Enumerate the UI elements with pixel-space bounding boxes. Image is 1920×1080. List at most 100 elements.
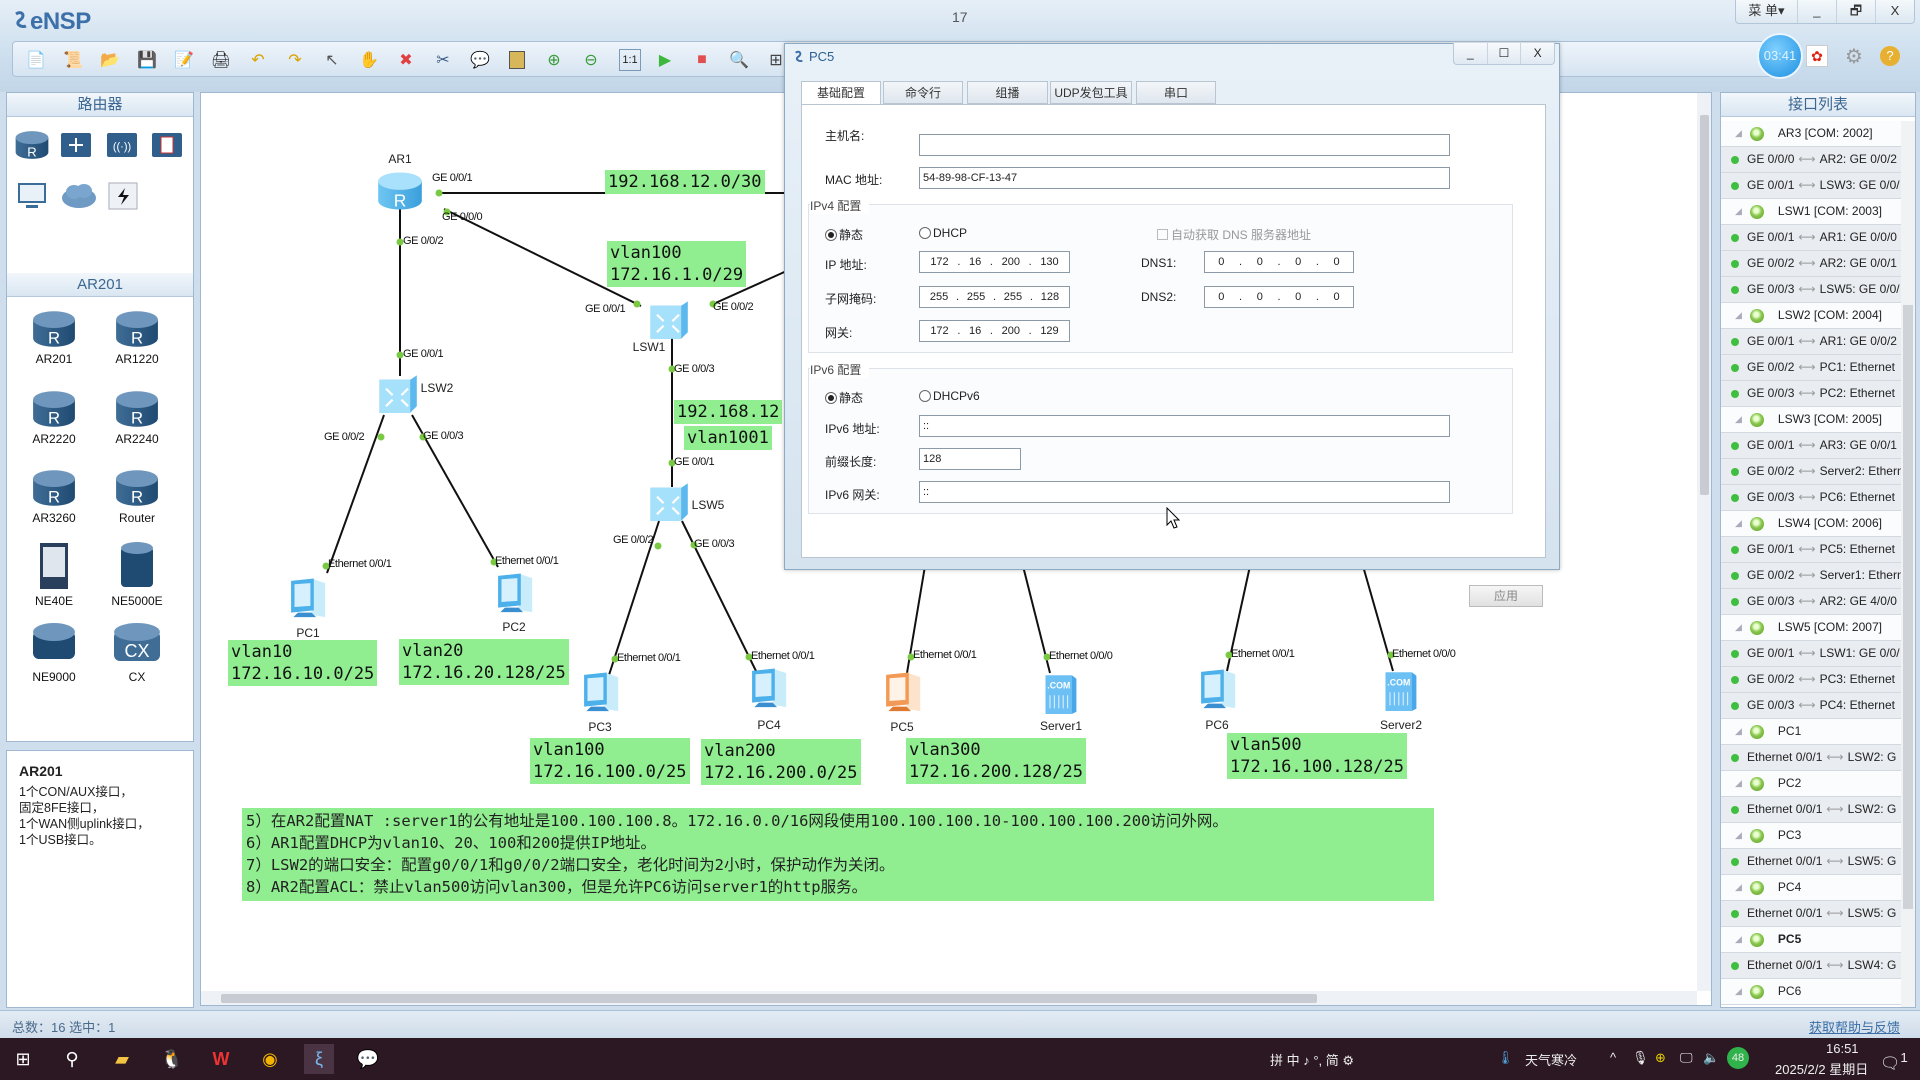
network-icon[interactable]: 🖵 — [1680, 1050, 1693, 1066]
clock-date[interactable]: 2025/2/2 星期日 — [1775, 1059, 1868, 1078]
wechat-icon[interactable]: 💬 — [353, 1044, 383, 1074]
volume-icon[interactable]: 🔈 — [1703, 1050, 1719, 1066]
note-vlan100-core[interactable]: vlan100 172.16.1.0/29 — [607, 241, 747, 287]
interface-device-row[interactable]: ◢ PC2 — [1721, 771, 1901, 797]
help-icon[interactable]: ? — [1880, 46, 1900, 66]
note-lsw1-lsw5-subnet[interactable]: 192.168.12 — [674, 400, 783, 424]
new-exam-icon[interactable]: 📜 — [62, 49, 84, 71]
interface-device-row[interactable]: ◢ PC4 — [1721, 875, 1901, 901]
auto-dns-checkbox[interactable]: 自动获取 DNS 服务器地址 — [1157, 226, 1311, 243]
link-cable-icon[interactable] — [107, 181, 139, 211]
settings-gear-icon[interactable]: ⚙ — [1845, 44, 1863, 69]
interface-link-row[interactable]: GE 0/0/3 ⟷ PC6: Ethernet — [1721, 485, 1901, 511]
pan-hand-icon[interactable]: ✋ — [358, 49, 380, 71]
pc6-icon[interactable] — [1194, 665, 1240, 715]
delete-link-icon[interactable]: ✂ — [432, 49, 454, 71]
interface-list-scrollbar[interactable] — [1901, 121, 1915, 1007]
interface-link-row[interactable]: GE 0/0/1 ⟷ LSW3: GE 0/0/ — [1721, 173, 1901, 199]
chrome-icon[interactable]: ◉ — [255, 1044, 285, 1074]
interface-device-row[interactable]: ◢ LSW3 [COM: 2005] — [1721, 407, 1901, 433]
restore-button[interactable]: 🗗 — [1835, 0, 1875, 23]
interface-device-row[interactable]: ◢ LSW4 [COM: 2006] — [1721, 511, 1901, 537]
notification-icon[interactable]: 🗨1 — [1880, 1050, 1908, 1073]
note-vlan10[interactable]: vlan10 172.16.10.0/25 — [228, 640, 378, 686]
interface-link-row[interactable]: Ethernet 0/0/1 ⟷ LSW5: G — [1721, 849, 1901, 875]
qq-icon[interactable]: 🐧 — [157, 1044, 187, 1074]
interface-link-row[interactable]: GE 0/0/2 ⟷ Server2: Ethern — [1721, 459, 1901, 485]
switch-lsw5-icon[interactable] — [646, 479, 690, 523]
minimize-button[interactable]: _ — [1796, 0, 1836, 23]
interface-link-row[interactable]: Ethernet 0/0/1 ⟷ LSW2: G — [1721, 797, 1901, 823]
device-ar1220[interactable]: AR1220 — [97, 309, 177, 366]
tab-serial[interactable]: 串口 — [1136, 81, 1216, 104]
interface-link-row[interactable]: GE 0/0/0 ⟷ AR2: GE 0/0/2 — [1721, 147, 1901, 173]
interface-link-row[interactable]: GE 0/0/1 ⟷ AR3: GE 0/0/1 — [1721, 433, 1901, 459]
save-as-icon[interactable]: 📝 — [173, 49, 195, 71]
fit-icon[interactable]: 1:1 — [619, 49, 641, 71]
note-vlan20[interactable]: vlan20 172.16.20.128/25 — [399, 639, 569, 685]
interface-link-row[interactable]: Ethernet 0/0/1 ⟷ LSW5: G — [1721, 901, 1901, 927]
undo-icon[interactable]: ↶ — [247, 49, 269, 71]
start-icon[interactable]: ▶ — [654, 49, 676, 71]
note-vlan300[interactable]: vlan300 172.16.200.128/25 — [906, 738, 1086, 784]
interface-link-row[interactable]: GE 0/0/2 ⟷ PC3: Ethernet — [1721, 667, 1901, 693]
expand-triangle-icon[interactable]: ◢ — [1735, 615, 1742, 640]
pc1-icon[interactable] — [284, 574, 330, 624]
clock-time[interactable]: 16:51 — [1826, 1041, 1859, 1056]
expand-triangle-icon[interactable]: ◢ — [1735, 927, 1742, 952]
router-ar1-icon[interactable] — [376, 170, 424, 212]
note-vlan1001[interactable]: vlan1001 — [684, 426, 772, 450]
canvas-vertical-scrollbar[interactable] — [1697, 93, 1711, 991]
firewall-icon[interactable] — [150, 129, 184, 161]
huawei-logo-icon[interactable]: ✿ — [1806, 45, 1828, 67]
security-icon[interactable]: ⊕ — [1655, 1050, 1666, 1066]
ip-address-input[interactable]: 172. 16. 200. 130 — [919, 251, 1070, 273]
battery-badge[interactable]: 48 — [1727, 1047, 1749, 1069]
task-notes[interactable]: 5）在AR2配置NAT :server1的公有地址是100.100.100.8。… — [242, 808, 1434, 901]
interface-link-row[interactable]: GE 0/0/3 ⟷ LSW5: GE 0/0/ — [1721, 277, 1901, 303]
device-ar201[interactable]: AR201 — [14, 309, 94, 366]
expand-triangle-icon[interactable]: ◢ — [1735, 199, 1742, 224]
interface-device-row[interactable]: ◢ PC1 — [1721, 719, 1901, 745]
interface-link-row[interactable]: GE 0/0/3 ⟷ PC2: Ethernet — [1721, 381, 1901, 407]
ipv4-dhcp-radio[interactable]: DHCP — [919, 226, 967, 240]
wireless-icon[interactable]: ((·)) — [105, 129, 139, 161]
weather-text[interactable]: 天气寒冷 — [1525, 1050, 1577, 1069]
server1-icon[interactable] — [1041, 671, 1081, 715]
note-vlan500[interactable]: vlan500 172.16.100.128/25 — [1227, 733, 1407, 779]
redo-icon[interactable]: ↷ — [284, 49, 306, 71]
rectangle-icon[interactable] — [506, 49, 528, 71]
interface-device-row[interactable]: ◢ AR3 [COM: 2002] — [1721, 121, 1901, 147]
router-icon[interactable] — [14, 129, 50, 161]
interface-link-row[interactable]: Ethernet 0/0/1 ⟷ LSW4: G — [1721, 953, 1901, 979]
select-icon[interactable]: ↖ — [321, 49, 343, 71]
ensp-taskbar-icon[interactable]: ξ — [304, 1044, 334, 1074]
microphone-icon[interactable]: 🎙 — [1632, 1050, 1649, 1066]
canvas-horizontal-scrollbar[interactable] — [201, 991, 1697, 1005]
expand-triangle-icon[interactable]: ◢ — [1735, 303, 1742, 328]
scroll-thumb[interactable] — [1700, 115, 1709, 495]
interface-link-row[interactable]: GE 0/0/1 ⟷ AR1: GE 0/0/2 — [1721, 329, 1901, 355]
close-button[interactable]: X — [1520, 43, 1554, 64]
interface-link-row[interactable]: GE 0/0/2 ⟷ Server1: Ethern — [1721, 563, 1901, 589]
mac-input[interactable]: 54-89-98-CF-13-47 — [919, 167, 1450, 189]
interface-device-row[interactable]: ◢ LSW5 [COM: 2007] — [1721, 615, 1901, 641]
wps-icon[interactable]: W — [206, 1044, 236, 1074]
scroll-thumb[interactable] — [221, 994, 1317, 1003]
text-note-icon[interactable]: 💬 — [469, 49, 491, 71]
save-icon[interactable]: 💾 — [136, 49, 158, 71]
prefix-length-input[interactable]: 128 — [919, 448, 1021, 470]
apply-button[interactable]: 应用 — [1469, 585, 1543, 607]
search-icon[interactable]: ⚲ — [57, 1044, 87, 1074]
note-vlan100[interactable]: vlan100 172.16.100.0/25 — [530, 738, 690, 784]
expand-triangle-icon[interactable]: ◢ — [1735, 771, 1742, 796]
dns1-input[interactable]: 0.0.0.0 — [1204, 251, 1354, 273]
ipv4-static-radio[interactable]: 静态 — [825, 226, 863, 243]
tab-command-line[interactable]: 命令行 — [883, 81, 963, 104]
menu-button[interactable]: 菜 单▾ — [1736, 0, 1797, 23]
interface-link-row[interactable]: GE 0/0/1 ⟷ AR1: GE 0/0/0 — [1721, 225, 1901, 251]
server2-icon[interactable] — [1381, 668, 1421, 712]
ime-indicator[interactable]: 拼 中 ♪ °, 简 ⚙ — [1270, 1050, 1354, 1069]
device-ne5000e[interactable]: NE5000E — [97, 541, 177, 608]
windows-start-icon[interactable]: ⊞ — [8, 1044, 38, 1074]
